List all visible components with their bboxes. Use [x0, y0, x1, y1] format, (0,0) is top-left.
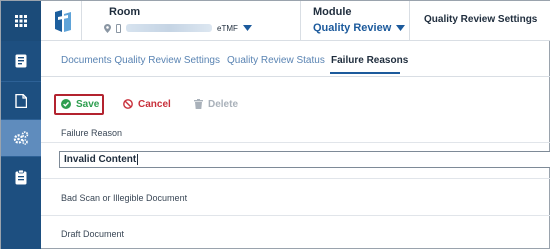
book-icon	[15, 54, 27, 68]
chevron-down-icon	[396, 25, 406, 31]
device-icon	[116, 23, 121, 33]
rail-item-book[interactable]	[1, 43, 41, 79]
list-item[interactable]: Bad Scan or Illegible Document	[61, 193, 187, 203]
toolbar: Save Cancel Delete	[41, 85, 550, 121]
apps-grid-icon	[15, 15, 27, 27]
tab-quality-review-status[interactable]: Quality Review Status	[227, 55, 325, 66]
apps-button[interactable]	[1, 1, 41, 41]
cancel-icon	[123, 99, 133, 109]
document-icon	[15, 94, 27, 108]
save-label: Save	[76, 98, 100, 110]
rail-item-settings[interactable]	[1, 120, 41, 156]
delete-label: Delete	[208, 98, 239, 110]
active-tab-indicator	[330, 72, 400, 74]
module-label: Module	[313, 6, 352, 18]
brand-logo-icon	[55, 10, 71, 32]
top-header: Room eTMF Module Quality Review Quality …	[41, 1, 550, 41]
rail-item-tasks[interactable]	[1, 159, 41, 195]
gears-icon	[13, 131, 29, 145]
page-title: Quality Review Settings	[424, 14, 538, 25]
failure-reason-input-value: Invalid Content	[64, 154, 137, 166]
room-label: Room	[109, 6, 141, 18]
left-rail	[1, 1, 41, 249]
column-header-failure-reason: Failure Reason	[61, 128, 123, 138]
tab-documents-quality-review-settings[interactable]: Documents Quality Review Settings	[61, 55, 220, 66]
rail-item-documents[interactable]	[1, 83, 41, 119]
failure-reason-input[interactable]: Invalid Content	[59, 151, 550, 168]
pin-icon	[104, 23, 111, 33]
settings-tabs: Documents Quality Review Settings Qualit…	[41, 41, 550, 77]
module-selector[interactable]: Quality Review	[313, 22, 406, 34]
check-circle-icon	[61, 99, 71, 109]
trash-icon	[194, 99, 203, 109]
app-window: Room eTMF Module Quality Review Quality …	[0, 0, 550, 249]
room-selector[interactable]: eTMF	[104, 22, 252, 34]
tab-failure-reasons[interactable]: Failure Reasons	[331, 55, 408, 66]
save-button[interactable]: Save	[61, 94, 99, 114]
list-item[interactable]: Draft Document	[61, 229, 124, 239]
clipboard-icon	[15, 169, 27, 184]
chevron-down-icon	[242, 25, 252, 31]
room-badge: eTMF	[217, 23, 238, 33]
room-name-redacted	[126, 24, 212, 32]
delete-button[interactable]: Delete	[194, 94, 238, 114]
module-value: Quality Review	[313, 22, 392, 34]
text-caret	[137, 154, 139, 165]
cancel-label: Cancel	[138, 98, 171, 110]
cancel-button[interactable]: Cancel	[123, 94, 171, 114]
